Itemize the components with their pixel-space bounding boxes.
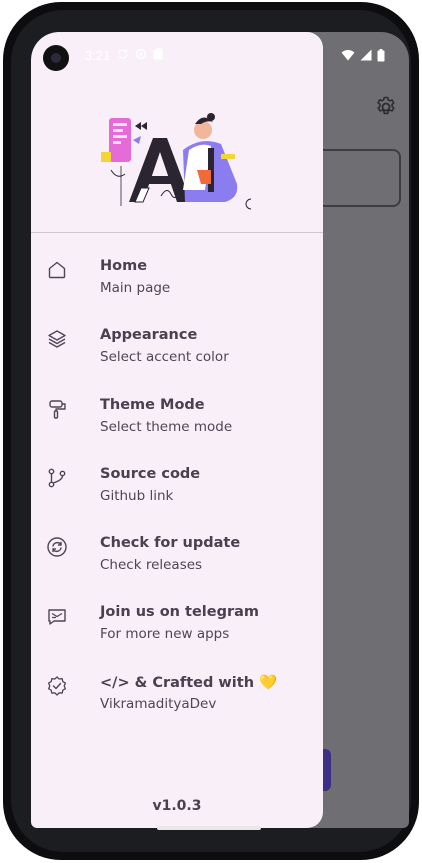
drawer-item-title: Check for update xyxy=(100,535,241,552)
drawer-item-credits[interactable]: </> & Crafted with 💛 VikramadityaDev xyxy=(31,674,323,743)
drawer-item-title: Source code xyxy=(100,465,201,482)
sync-icon xyxy=(118,49,128,59)
status-time: 3:21 xyxy=(85,48,111,63)
paint-roller-icon xyxy=(49,399,66,419)
layers-icon xyxy=(48,330,66,348)
drawer-item-subtitle: Select theme mode xyxy=(100,418,233,435)
drawer-item-appearance[interactable]: Appearance Select accent color xyxy=(31,327,323,396)
refresh-icon xyxy=(47,537,67,557)
navigation-drawer: Home Main page Appearance Select accent … xyxy=(31,32,323,828)
message-icon xyxy=(48,609,66,626)
status-left-icons xyxy=(117,48,163,60)
signal-icon xyxy=(360,49,372,61)
drawer-item-subtitle: Main page xyxy=(100,280,171,296)
status-right-icons xyxy=(341,49,385,62)
drawer-item-subtitle: Check releases xyxy=(100,557,203,574)
drawer-item-title: Home xyxy=(100,258,148,274)
battery-icon xyxy=(377,49,385,62)
drawer-item-theme-mode[interactable]: Theme Mode Select theme mode xyxy=(31,397,323,466)
drawer-item-title: </> & Crafted with 💛 xyxy=(100,674,278,691)
camera-cutout xyxy=(43,45,69,71)
drawer-menu: Home Main page Appearance Select accent … xyxy=(31,258,323,743)
sd-card-icon xyxy=(153,48,163,60)
drawer-item-telegram[interactable]: Join us on telegram For more new apps xyxy=(31,604,323,673)
drawer-item-source-code[interactable]: Source code Github link xyxy=(31,466,323,535)
git-branch-icon xyxy=(48,468,66,488)
home-icon xyxy=(48,261,66,279)
drawer-item-check-update[interactable]: Check for update Check releases xyxy=(31,535,323,604)
home-indicator[interactable] xyxy=(157,826,261,830)
gear-icon[interactable] xyxy=(374,95,398,119)
drawer-item-title: Join us on telegram xyxy=(100,604,260,621)
settings-status-icon xyxy=(135,48,147,60)
verified-badge-icon xyxy=(47,676,67,696)
drawer-item-subtitle: VikramadityaDev xyxy=(100,695,217,712)
status-bar: 3:21 xyxy=(31,32,409,80)
drawer-item-title: Appearance xyxy=(100,327,198,344)
phone-bezel: y. xyxy=(11,10,411,852)
screen: y. xyxy=(31,32,409,828)
drawer-item-subtitle: Select accent color xyxy=(100,349,229,366)
header-illustration xyxy=(101,110,257,210)
phone-frame: y. xyxy=(3,2,419,860)
header-divider xyxy=(31,232,323,233)
app-version: v1.0.3 xyxy=(152,798,202,814)
wifi-icon xyxy=(341,50,355,61)
drawer-item-subtitle: Github link xyxy=(100,487,174,504)
drawer-item-subtitle: For more new apps xyxy=(100,626,230,643)
drawer-item-home[interactable]: Home Main page xyxy=(31,258,323,327)
drawer-item-title: Theme Mode xyxy=(100,396,205,413)
